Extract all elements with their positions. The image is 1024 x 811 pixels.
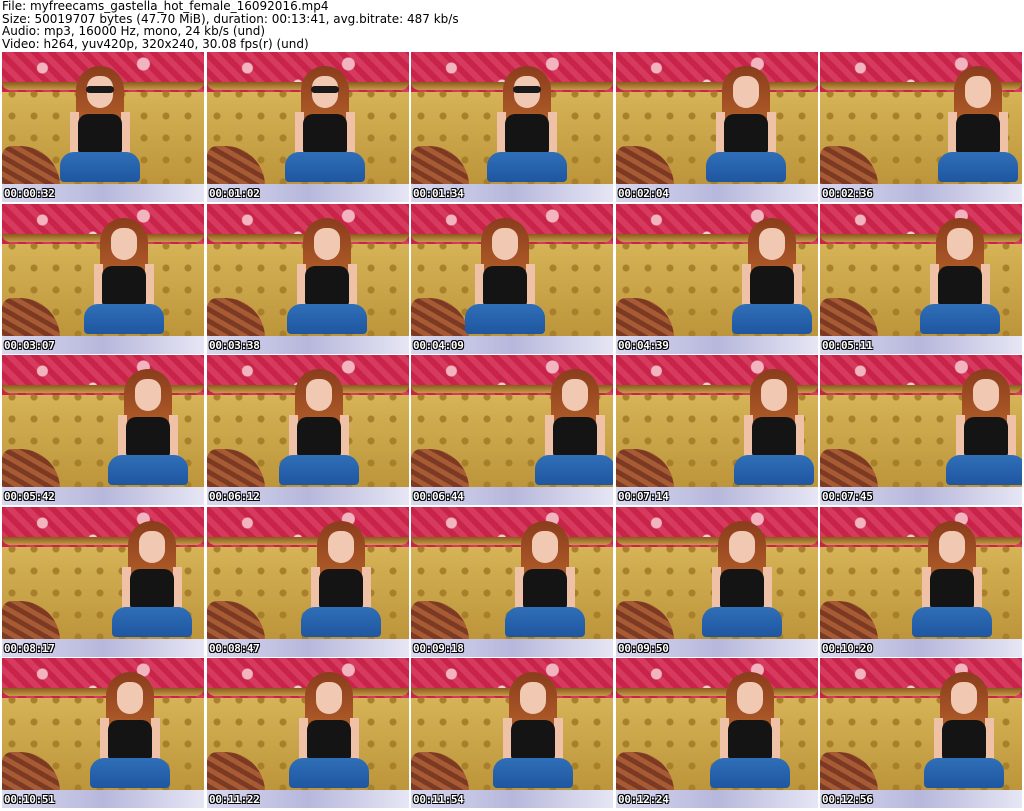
person: [946, 369, 1022, 499]
timestamp-label: 00:06:12: [209, 490, 260, 503]
person: [108, 369, 188, 499]
sofa-rail: [207, 537, 409, 545]
timestamp-label: 00:09:50: [618, 642, 669, 655]
person: [301, 521, 381, 651]
person: [487, 66, 567, 196]
video-thumbnail: 00:07:14: [616, 355, 818, 505]
video-thumbnail: 00:02:36: [820, 52, 1022, 202]
timestamp-label: 00:07:45: [822, 490, 873, 503]
timestamp-label: 00:10:20: [822, 642, 873, 655]
video-thumbnail: 00:09:50: [616, 507, 818, 657]
timestamp-label: 00:01:02: [209, 187, 260, 200]
timestamp-label: 00:12:56: [822, 793, 873, 806]
video-thumbnail: 00:05:42: [2, 355, 204, 505]
person: [710, 672, 790, 802]
person: [702, 521, 782, 651]
person: [84, 218, 164, 348]
person: [90, 672, 170, 802]
timestamp-label: 00:01:34: [413, 187, 464, 200]
person: [912, 521, 992, 651]
video-thumbnail: 00:12:24: [616, 658, 818, 808]
person: [285, 66, 365, 196]
timestamp-label: 00:04:09: [413, 339, 464, 352]
person: [938, 66, 1018, 196]
video-info-line: Video: h264, yuv420p, 320x240, 30.08 fps…: [2, 36, 309, 51]
audio-info-line: Audio: mp3, 16000 Hz, mono, 24 kb/s (und…: [2, 24, 266, 38]
person: [920, 218, 1000, 348]
video-thumbnail: 00:04:39: [616, 204, 818, 354]
person: [505, 521, 585, 651]
file-name-line: File: myfreecams_gastella_hot_female_160…: [2, 0, 329, 13]
video-thumbnail: 00:03:38: [207, 204, 409, 354]
video-thumbnail: 00:00:32: [2, 52, 204, 202]
person: [60, 66, 140, 196]
video-thumbnail: 00:11:22: [207, 658, 409, 808]
timestamp-label: 00:08:17: [4, 642, 55, 655]
timestamp-label: 00:02:04: [618, 187, 669, 200]
timestamp-label: 00:07:14: [618, 490, 669, 503]
timestamp-label: 00:03:07: [4, 339, 55, 352]
person: [535, 369, 613, 499]
video-thumbnail: 00:01:34: [411, 52, 613, 202]
sofa-rail: [411, 537, 613, 545]
timestamp-label: 00:04:39: [618, 339, 669, 352]
video-thumbnail: 00:08:17: [2, 507, 204, 657]
video-thumbnail: 00:10:51: [2, 658, 204, 808]
video-thumbnail: 00:11:54: [411, 658, 613, 808]
video-thumbnail: 00:10:20: [820, 507, 1022, 657]
timestamp-label: 00:05:11: [822, 339, 873, 352]
timestamp-label: 00:11:22: [209, 793, 260, 806]
person: [112, 521, 192, 651]
video-thumbnail: 00:04:09: [411, 204, 613, 354]
person: [279, 369, 359, 499]
thumbnail-grid: 00:00:32 00:01:02 00:01:34 00:02:04 00:02:36…: [2, 52, 1022, 809]
video-thumbnail: 00:05:11: [820, 204, 1022, 354]
person: [734, 369, 814, 499]
video-thumbnail: 00:01:02: [207, 52, 409, 202]
video-thumbnail: 00:06:12: [207, 355, 409, 505]
person: [465, 218, 545, 348]
file-info-header: File: myfreecams_gastella_hot_female_160…: [2, 0, 1022, 50]
person: [289, 672, 369, 802]
video-thumbnail: 00:02:04: [616, 52, 818, 202]
timestamp-label: 00:11:54: [413, 793, 464, 806]
timestamp-label: 00:06:44: [413, 490, 464, 503]
video-thumbnail: 00:12:56: [820, 658, 1022, 808]
person: [287, 218, 367, 348]
video-thumbnail: 00:06:44: [411, 355, 613, 505]
timestamp-label: 00:12:24: [618, 793, 669, 806]
sofa-rail: [820, 537, 1022, 545]
timestamp-label: 00:00:32: [4, 187, 55, 200]
video-thumbnail: 00:08:47: [207, 507, 409, 657]
sofa-rail: [616, 688, 818, 696]
timestamp-label: 00:05:42: [4, 490, 55, 503]
video-thumbnail: 00:09:18: [411, 507, 613, 657]
timestamp-label: 00:10:51: [4, 793, 55, 806]
sofa-rail: [820, 234, 1022, 242]
person: [732, 218, 812, 348]
person: [493, 672, 573, 802]
person: [706, 66, 786, 196]
timestamp-label: 00:02:36: [822, 187, 873, 200]
timestamp-label: 00:08:47: [209, 642, 260, 655]
timestamp-label: 00:09:18: [413, 642, 464, 655]
timestamp-label: 00:03:38: [209, 339, 260, 352]
video-thumbnail: 00:07:45: [820, 355, 1022, 505]
video-thumbnail: 00:03:07: [2, 204, 204, 354]
person: [924, 672, 1004, 802]
